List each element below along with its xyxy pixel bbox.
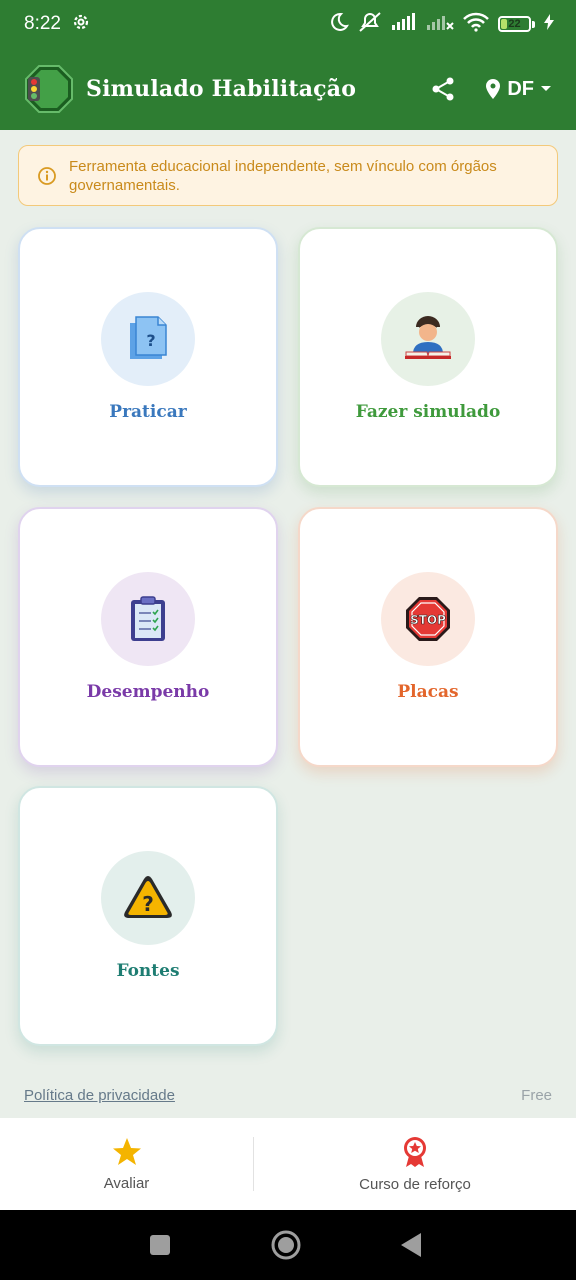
app-bar: Simulado Habilitação DF (0, 48, 576, 130)
clipboard-check-icon (131, 596, 165, 641)
state-selector[interactable]: DF (485, 78, 552, 101)
card-label: Placas (397, 682, 459, 702)
disclaimer-notice: Ferramenta educacional independente, sem… (18, 145, 558, 206)
traffic-light-icon (24, 64, 74, 114)
warning-question-icon: ? (124, 876, 172, 918)
gear-icon (71, 12, 91, 37)
alarm-off-icon (358, 11, 382, 38)
rate-button[interactable]: Avaliar (0, 1118, 253, 1210)
desempenho-card[interactable]: Desempenho (18, 507, 278, 767)
svg-text:?: ? (146, 331, 155, 350)
battery-icon: 22 (498, 16, 535, 32)
signal-icon (391, 12, 417, 36)
share-icon (432, 77, 454, 101)
home-button[interactable] (271, 1230, 301, 1265)
fontes-card[interactable]: ? Fontes (18, 786, 278, 1046)
battery-level: 22 (508, 18, 521, 30)
card-icon-circle (381, 292, 475, 386)
bottom-nav: Avaliar Curso de reforço (0, 1118, 576, 1210)
share-button[interactable] (429, 75, 457, 103)
info-icon (37, 166, 57, 186)
card-icon-circle (101, 572, 195, 666)
privacy-policy-link[interactable]: Política de privacidade (24, 1087, 175, 1104)
square-icon (150, 1235, 170, 1255)
chevron-down-icon (541, 86, 551, 91)
svg-text:?: ? (142, 892, 154, 916)
placas-card[interactable]: STOP Placas (298, 507, 558, 767)
app-title: Simulado Habilitação (86, 76, 357, 102)
wifi-icon (463, 12, 489, 37)
svg-text:STOP: STOP (410, 613, 446, 627)
back-triangle-icon (401, 1233, 421, 1257)
card-icon-circle: STOP (381, 572, 475, 666)
course-button[interactable]: Curso de reforço (254, 1118, 576, 1210)
card-label: Desempenho (86, 682, 210, 702)
card-icon-circle: ? (101, 851, 195, 945)
rate-label: Avaliar (103, 1174, 150, 1192)
home-circle-icon (271, 1230, 301, 1260)
status-bar: 8:22 22 (0, 0, 576, 48)
card-icon-circle: ? (101, 292, 195, 386)
praticar-card[interactable]: ? Praticar (18, 227, 278, 487)
system-nav-bar (0, 1210, 576, 1280)
star-icon (112, 1137, 141, 1165)
card-label: Fontes (116, 961, 180, 981)
question-document-icon: ? (130, 316, 167, 359)
fazer-simulado-card[interactable]: Fazer simulado (298, 227, 558, 487)
status-time: 8:22 (24, 13, 61, 34)
charging-icon (544, 13, 554, 35)
card-label: Praticar (109, 402, 187, 422)
signal-off-icon (426, 13, 454, 36)
version-label: Free (521, 1087, 552, 1104)
moon-icon (329, 12, 349, 37)
back-button[interactable] (400, 1232, 422, 1263)
recents-button[interactable] (149, 1234, 171, 1261)
award-icon (404, 1136, 426, 1167)
stop-sign-icon: STOP (406, 597, 450, 641)
location-pin-icon (486, 79, 501, 99)
notice-text: Ferramenta educacional independente, sem… (69, 157, 497, 194)
card-label: Fazer simulado (355, 402, 501, 422)
student-reading-icon (405, 316, 451, 359)
state-label: DF (507, 77, 534, 100)
course-label: Curso de reforço (359, 1175, 471, 1193)
